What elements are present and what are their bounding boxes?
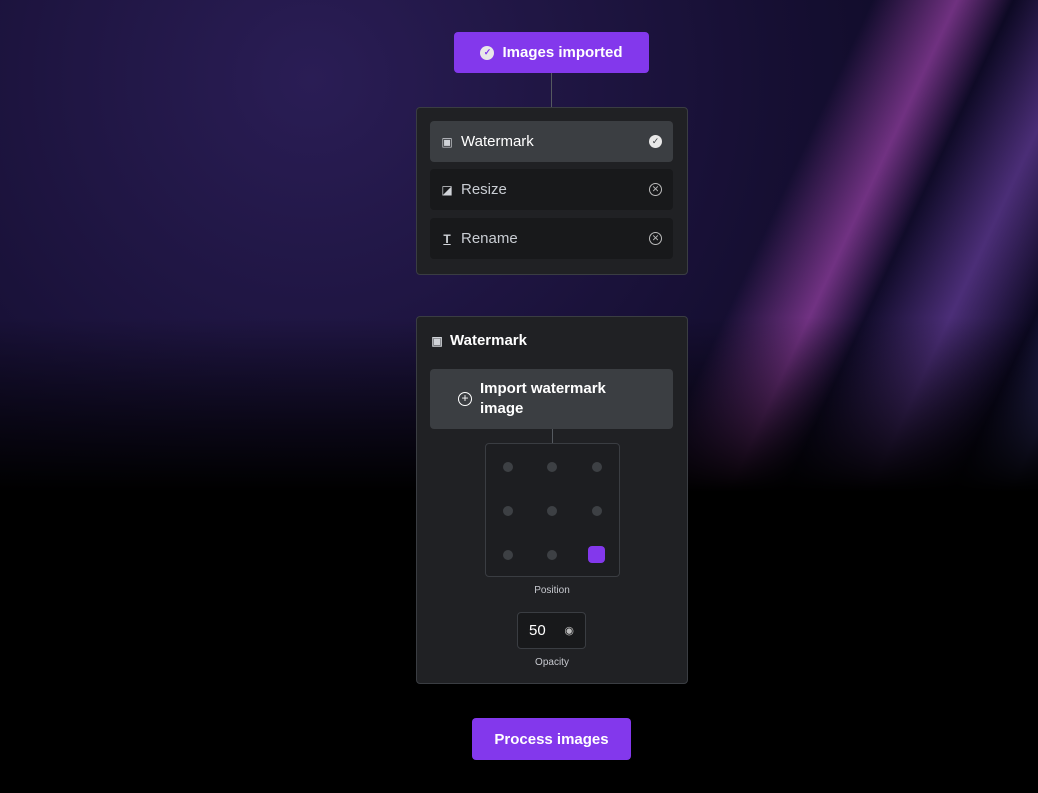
opacity-input[interactable]: 50 ◉ [517, 612, 586, 649]
position-middle-left[interactable] [503, 506, 513, 516]
operations-panel: ▣ Watermark ✓ ◪ Resize ✕ T Rename ✕ [416, 107, 688, 275]
resize-icon: ◪ [441, 182, 453, 197]
close-circle-icon[interactable]: ✕ [649, 183, 662, 196]
opacity-label: Opacity [535, 657, 569, 668]
images-imported-label: Images imported [502, 44, 623, 61]
position-bottom-left[interactable] [503, 550, 513, 560]
operation-label: Rename [461, 230, 518, 247]
process-images-label: Process images [494, 730, 609, 748]
watermark-title: Watermark [450, 332, 527, 349]
operation-resize[interactable]: ◪ Resize ✕ [430, 169, 673, 210]
process-images-button[interactable]: Process images [472, 718, 631, 760]
connector-line [552, 429, 553, 443]
close-circle-icon[interactable]: ✕ [649, 232, 662, 245]
watermark-header: ▣ Watermark [431, 332, 527, 349]
images-imported-button[interactable]: ✓ Images imported [454, 32, 649, 73]
position-top-center[interactable] [547, 462, 557, 472]
position-bottom-right[interactable] [588, 546, 605, 563]
watermark-icon: ▣ [431, 333, 443, 348]
watermark-panel: ▣ Watermark + Import watermark image Pos… [416, 316, 688, 684]
operation-label: Watermark [461, 133, 534, 150]
operation-rename[interactable]: T Rename ✕ [430, 218, 673, 259]
import-label: Import watermark image [480, 380, 606, 417]
check-circle-icon[interactable]: ✓ [649, 135, 662, 148]
position-bottom-center[interactable] [547, 550, 557, 560]
operation-watermark[interactable]: ▣ Watermark ✓ [430, 121, 673, 162]
text-icon: T [443, 231, 451, 246]
position-top-right[interactable] [592, 462, 602, 472]
watermark-icon: ▣ [441, 134, 453, 149]
position-top-left[interactable] [503, 462, 513, 472]
operation-label: Resize [461, 181, 507, 198]
position-center[interactable] [547, 506, 557, 516]
opacity-value: 50 [529, 622, 546, 639]
position-label: Position [534, 585, 570, 596]
eye-icon[interactable]: ◉ [564, 624, 574, 637]
import-watermark-button[interactable]: + Import watermark image [430, 369, 673, 429]
position-middle-right[interactable] [592, 506, 602, 516]
connector-line [551, 73, 552, 107]
check-circle-icon: ✓ [480, 45, 495, 60]
position-grid [485, 443, 620, 577]
plus-circle-icon: + [458, 392, 472, 406]
